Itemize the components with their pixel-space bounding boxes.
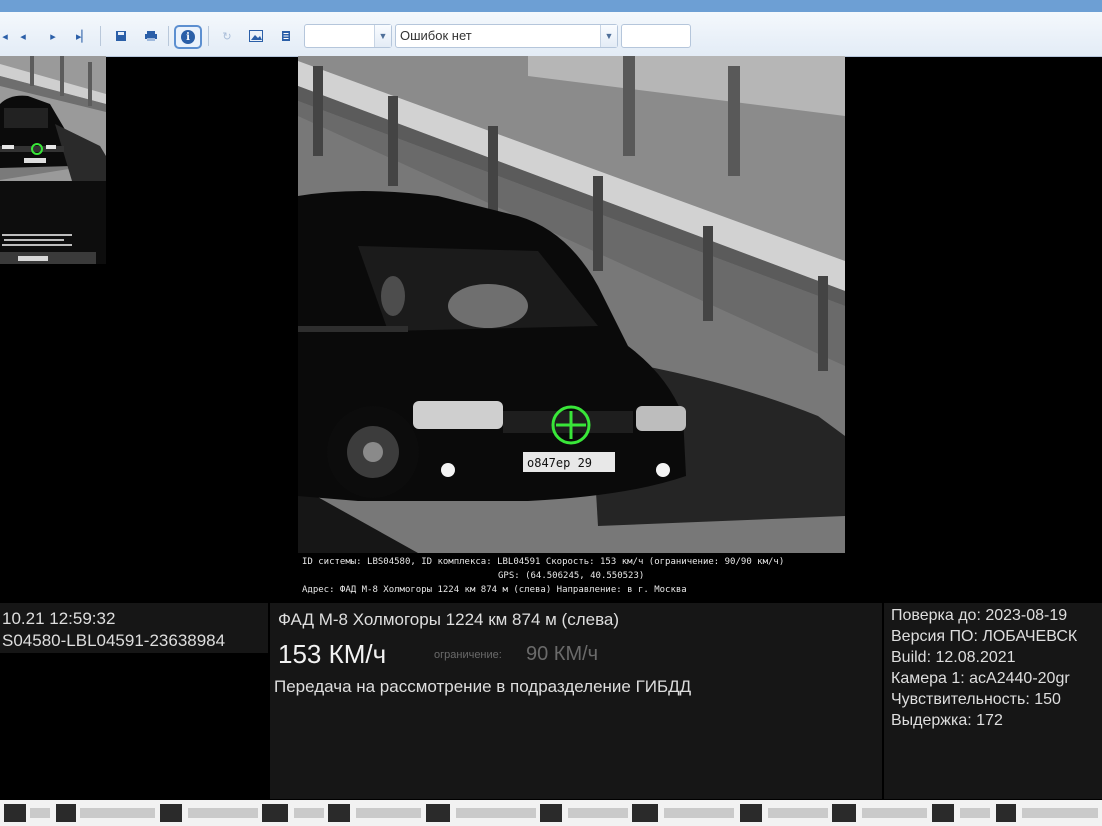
info-button[interactable]: i: [174, 25, 202, 49]
caption-line-ids-speed: ID системы: LBS04580, ID комплекса: LBL0…: [302, 557, 785, 567]
chevron-down-icon[interactable]: ▼: [600, 25, 617, 47]
filter-combo[interactable]: ▼: [304, 24, 392, 48]
limit-label: ограничение:: [434, 649, 502, 661]
measured-speed: 153 КМ/ч: [278, 639, 387, 669]
next-icon: ▸: [50, 29, 56, 43]
violation-photo-image: о847ер 29: [298, 56, 845, 553]
record-thumbnail[interactable]: [328, 804, 350, 822]
left-info-panel: 10.21 12:59:32 S04580-LBL04591-23638984: [0, 603, 268, 653]
record-thumbnail-label: [356, 808, 421, 818]
photo-caption: ID системы: LBS04580, ID комплекса: LBL0…: [298, 553, 845, 601]
errors-combo[interactable]: Ошибок нет ▼: [395, 24, 618, 48]
record-thumbnail-label: [80, 808, 155, 818]
info-icon: i: [181, 30, 195, 44]
thumbnail-image: [0, 56, 106, 264]
target-marker-icon: [551, 405, 591, 445]
next-record-button[interactable]: ▸: [42, 25, 64, 47]
thumbnail-preview[interactable]: [0, 56, 106, 264]
chevron-down-icon[interactable]: ▼: [374, 25, 391, 47]
save-button[interactable]: [110, 25, 132, 47]
record-thumbnail[interactable]: [160, 804, 182, 822]
caption-line-address: Адрес: ФАД М-8 Холмогоры 1224 км 874 м (…: [302, 585, 687, 595]
violation-id: S04580-LBL04591-23638984: [2, 631, 226, 650]
last-icon: ▸▏: [76, 29, 90, 43]
speed-limit: 90 КМ/ч: [526, 643, 599, 665]
toolbar: ◂ ◂ ▸ ▸▏ i ↻ ▼ Ошибок нет ▼: [0, 12, 1102, 57]
toolbar-separator: [208, 26, 209, 46]
license-plate: о847ер 29: [527, 456, 592, 470]
exposure: Выдержка: 172: [891, 712, 1003, 729]
record-thumbnail[interactable]: [262, 804, 288, 822]
record-thumbnail[interactable]: [56, 804, 76, 822]
record-thumbnail-label: [1022, 808, 1098, 818]
record-thumbnail-label: [664, 808, 734, 818]
record-thumbnail-label: [568, 808, 628, 818]
print-button[interactable]: [140, 25, 162, 47]
document-button[interactable]: [275, 25, 297, 47]
record-thumbnail-label: [30, 808, 50, 818]
record-thumbnail[interactable]: [632, 804, 658, 822]
image-button[interactable]: [245, 25, 267, 47]
sensitivity: Чувствительность: 150: [891, 691, 1061, 708]
toolbar-separator: [168, 26, 169, 46]
build-date: Build: 12.08.2021: [891, 649, 1016, 666]
record-thumbnail-label: [294, 808, 324, 818]
record-thumbnail[interactable]: [996, 804, 1016, 822]
previous-icon: ◂: [20, 29, 26, 43]
errors-combo-value: Ошибок нет: [400, 28, 472, 43]
record-thumbnail[interactable]: [740, 804, 762, 822]
record-thumbnail-strip: [0, 800, 1102, 826]
status-text: Передача на рассмотрение в подразделение…: [274, 677, 692, 696]
print-icon: [145, 31, 157, 41]
record-thumbnail[interactable]: [540, 804, 562, 822]
camera-model: Камера 1: acA2440-20gr: [891, 670, 1070, 687]
refresh-icon: ↻: [222, 29, 232, 43]
record-thumbnail[interactable]: [932, 804, 954, 822]
software-version: Версия ПО: ЛОБАЧЕВСК: [891, 628, 1078, 645]
violation-datetime: 10.21 12:59:32: [2, 609, 116, 628]
refresh-button[interactable]: ↻: [216, 25, 238, 47]
record-thumbnail-label: [768, 808, 828, 818]
record-thumbnail-label: [960, 808, 990, 818]
first-icon: ◂: [2, 29, 8, 43]
violation-photo[interactable]: о847ер 29: [298, 56, 845, 553]
previous-record-button[interactable]: ◂: [12, 25, 34, 47]
right-info-panel: Поверка до: 2023-08-19 Версия ПО: ЛОБАЧЕ…: [884, 603, 1102, 799]
toolbar-separator: [100, 26, 101, 46]
document-icon: [282, 31, 290, 41]
caption-line-gps: GPS: (64.506245, 40.550523): [498, 571, 645, 581]
record-thumbnail[interactable]: [4, 804, 26, 822]
center-info-panel: ФАД М-8 Холмогоры 1224 км 874 м (слева) …: [270, 603, 882, 799]
record-thumbnail[interactable]: [832, 804, 856, 822]
record-thumbnail[interactable]: [426, 804, 450, 822]
verification-date: Поверка до: 2023-08-19: [891, 607, 1068, 624]
record-thumbnail-label: [188, 808, 258, 818]
record-thumbnail-label: [456, 808, 536, 818]
address-text: ФАД М-8 Холмогоры 1224 км 874 м (слева): [278, 610, 620, 629]
image-icon: [249, 30, 263, 42]
last-record-button[interactable]: ▸▏: [72, 25, 94, 47]
extra-field[interactable]: [621, 24, 691, 48]
record-thumbnail-label: [862, 808, 927, 818]
save-icon: [116, 31, 126, 41]
